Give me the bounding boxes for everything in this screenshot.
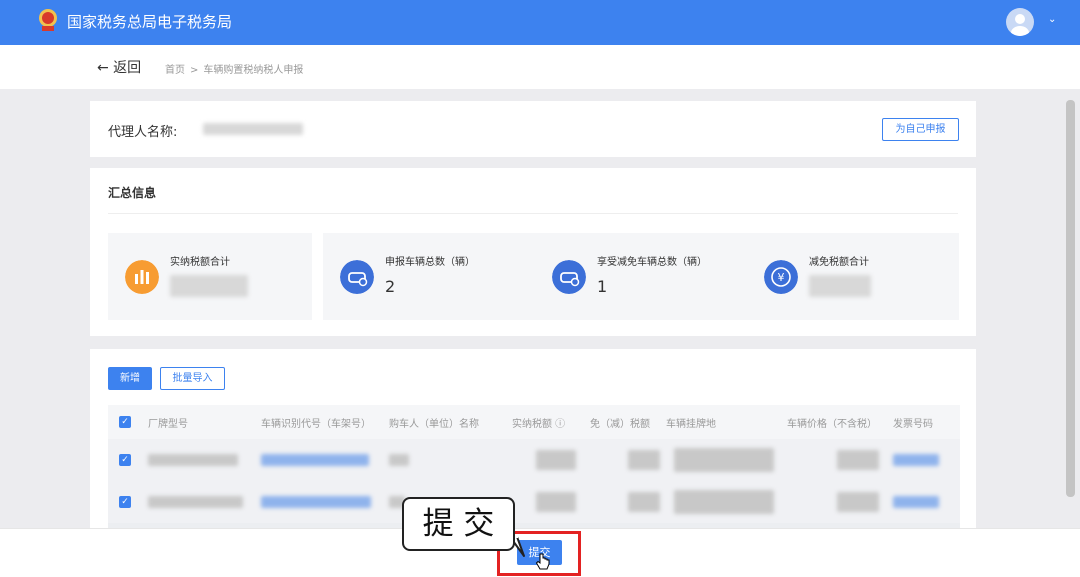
- column-header: 厂牌型号: [148, 419, 188, 430]
- stat-total-tax: 实纳税额合计: [108, 233, 312, 320]
- invoice-link-redacted[interactable]: [893, 454, 939, 466]
- user-menu-chevron-icon[interactable]: ⌄: [1048, 14, 1056, 25]
- vin-link-redacted[interactable]: [261, 454, 369, 466]
- invoice-link-redacted[interactable]: [893, 496, 939, 508]
- agent-card: 代理人名称: 为自己申报: [90, 101, 976, 157]
- breadcrumb: 首页 > 车辆购置税纳税人申报: [165, 61, 303, 76]
- summary-card: 汇总信息 实纳税额合计 申报车辆总数（辆） 2 享受减免车辆总数（辆） 1 ¥ …: [90, 168, 976, 336]
- hand-cursor-icon: [535, 553, 550, 570]
- divider: [108, 213, 958, 214]
- user-avatar[interactable]: [1006, 8, 1034, 36]
- price-cell-redacted: [837, 450, 879, 470]
- stat-group-vehicles: 申报车辆总数（辆） 2 享受减免车辆总数（辆） 1 ¥ 减免税额合计: [323, 233, 959, 320]
- svg-text:¥: ¥: [778, 271, 785, 284]
- exempt-cell-redacted: [628, 450, 660, 470]
- tax-cell-redacted: [536, 450, 576, 470]
- stat-label: 享受减免车辆总数（辆）: [597, 257, 707, 268]
- add-button[interactable]: 新增: [108, 367, 152, 390]
- column-header: 发票号码: [893, 419, 933, 430]
- stat-value-redacted: [170, 275, 248, 297]
- brand-model-cell-redacted: [148, 496, 243, 508]
- row-checkbox[interactable]: ✓: [119, 454, 131, 466]
- table-row[interactable]: ✓: [108, 481, 960, 523]
- table-header: ✓ 厂牌型号 车辆识别代号（车架号） 购车人（单位）名称 实纳税额 ⓘ 免（减）…: [108, 405, 960, 439]
- price-cell-redacted: [837, 492, 879, 512]
- tax-cell-redacted: [536, 492, 576, 512]
- agent-name-label: 代理人名称:: [108, 125, 178, 140]
- batch-import-button[interactable]: 批量导入: [160, 367, 225, 390]
- stat-value: 1: [597, 277, 608, 296]
- car-icon: [340, 260, 374, 294]
- stat-value: 2: [385, 277, 396, 296]
- breadcrumb-bar: ← 返回 首页 > 车辆购置税纳税人申报: [0, 45, 1080, 89]
- agent-name-value-redacted: [203, 123, 303, 135]
- app-title: 国家税务总局电子税务局: [67, 13, 233, 31]
- column-header: 免（减）税额: [590, 419, 650, 430]
- breadcrumb-separator: >: [190, 65, 199, 76]
- yen-icon: ¥: [764, 260, 798, 294]
- table-row[interactable]: ✓: [108, 439, 960, 481]
- vehicle-table-card: 新增 批量导入 ✓ 厂牌型号 车辆识别代号（车架号） 购车人（单位）名称 实纳税…: [90, 349, 976, 539]
- column-header: 车辆价格（不含税）: [787, 419, 877, 430]
- breadcrumb-current: 车辆购置税纳税人申报: [203, 65, 304, 76]
- stat-label: 实纳税额合计: [170, 257, 230, 268]
- declare-for-self-button[interactable]: 为自己申报: [882, 118, 959, 141]
- stat-value-redacted: [809, 275, 871, 297]
- brand-model-cell-redacted: [148, 454, 238, 466]
- select-all-checkbox[interactable]: ✓: [119, 416, 131, 428]
- stat-label: 申报车辆总数（辆）: [385, 257, 475, 268]
- plate-place-cell-redacted: [674, 490, 774, 514]
- plate-place-cell-redacted: [674, 448, 774, 472]
- chart-bars-icon: [125, 260, 159, 294]
- vin-link-redacted[interactable]: [261, 496, 371, 508]
- summary-title: 汇总信息: [108, 186, 157, 200]
- top-header: 国家税务总局电子税务局 ⌄: [0, 0, 1080, 45]
- back-button[interactable]: ← 返回: [97, 57, 141, 77]
- submit-callout: 提 交: [402, 497, 515, 551]
- page-scrollbar[interactable]: [1066, 100, 1075, 497]
- car-icon: [552, 260, 586, 294]
- column-header: 购车人（单位）名称: [389, 419, 479, 430]
- breadcrumb-home[interactable]: 首页: [165, 65, 185, 76]
- user-icon: [1011, 14, 1029, 36]
- row-checkbox[interactable]: ✓: [119, 496, 131, 508]
- column-header: 实纳税额 ⓘ: [512, 419, 566, 430]
- tax-emblem-icon: [39, 9, 57, 31]
- column-header: 车辆挂牌地: [666, 419, 716, 430]
- stat-label: 减免税额合计: [809, 257, 869, 268]
- buyer-cell-redacted: [389, 454, 409, 466]
- exempt-cell-redacted: [628, 492, 660, 512]
- column-header: 车辆识别代号（车架号）: [261, 419, 371, 430]
